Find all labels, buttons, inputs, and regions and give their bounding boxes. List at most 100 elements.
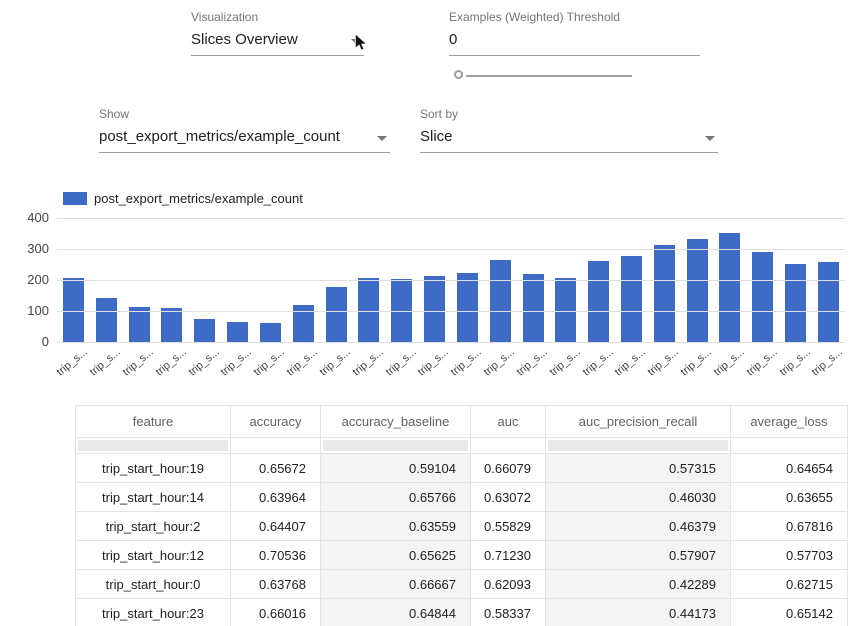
- x-axis-tick-label: trip_s...: [580, 346, 615, 378]
- bar[interactable]: [588, 261, 609, 342]
- bar[interactable]: [424, 276, 445, 342]
- metric-cell: 0.64844: [321, 599, 471, 626]
- y-axis-tick-label: 0: [7, 334, 49, 349]
- metric-cell: 0.57907: [546, 541, 731, 570]
- x-axis-tick-label: trip_s...: [416, 346, 451, 378]
- column-header-accuracy_baseline[interactable]: accuracy_baseline: [321, 406, 471, 438]
- x-axis-tick-label: trip_s...: [186, 346, 221, 378]
- metric-cell: 0.66079: [471, 454, 546, 483]
- threshold-field: Examples (Weighted) Threshold: [449, 10, 700, 56]
- x-tick: trip_s...: [549, 344, 582, 388]
- metric-cell: 0.65672: [231, 454, 321, 483]
- filter-cell: [546, 438, 731, 454]
- metric-cell: 0.66667: [321, 570, 471, 599]
- sort-by-select[interactable]: Slice: [420, 124, 718, 153]
- bar[interactable]: [260, 323, 281, 342]
- column-header-feature[interactable]: feature: [76, 406, 231, 438]
- x-tick: trip_s...: [123, 344, 156, 388]
- bar[interactable]: [96, 298, 117, 342]
- bar[interactable]: [654, 245, 675, 342]
- sort-by-label: Sort by: [420, 107, 718, 121]
- feature-cell: trip_start_hour:19: [76, 454, 231, 483]
- column-header-auc_precision_recall[interactable]: auc_precision_recall: [546, 406, 731, 438]
- filter-cell: [731, 438, 848, 454]
- feature-cell: trip_start_hour:12: [76, 541, 231, 570]
- metric-cell: 0.46030: [546, 483, 731, 512]
- metric-cell: 0.65766: [321, 483, 471, 512]
- x-axis-tick-label: trip_s...: [547, 346, 582, 378]
- bar[interactable]: [785, 264, 806, 342]
- table-row: trip_start_hour:20.644070.635590.558290.…: [76, 512, 848, 541]
- slider-track: [466, 75, 632, 77]
- y-axis-tick-label: 400: [7, 210, 49, 225]
- x-axis-tick-label: trip_s...: [252, 346, 287, 378]
- threshold-input[interactable]: [449, 27, 700, 56]
- chart-x-axis-labels: trip_s...trip_s...trip_s...trip_s...trip…: [57, 344, 845, 388]
- gridline: [57, 311, 845, 312]
- x-axis-tick-label: trip_s...: [810, 346, 845, 378]
- threshold-slider[interactable]: [449, 69, 635, 83]
- y-axis-tick-label: 100: [7, 303, 49, 318]
- x-axis-tick-label: trip_s...: [285, 346, 320, 378]
- x-axis-tick-label: trip_s...: [383, 346, 418, 378]
- x-axis-tick-label: trip_s...: [55, 346, 90, 378]
- x-tick: trip_s...: [221, 344, 254, 388]
- bar[interactable]: [129, 307, 150, 342]
- metric-cell: 0.63964: [231, 483, 321, 512]
- show-label: Show: [99, 107, 390, 121]
- show-select[interactable]: post_export_metrics/example_count: [99, 124, 390, 153]
- filter-box: [548, 440, 728, 451]
- bar[interactable]: [194, 319, 215, 342]
- show-select-value: post_export_metrics/example_count: [99, 128, 340, 145]
- visualization-select[interactable]: Slices Overview: [191, 27, 364, 56]
- table-row: trip_start_hour:140.639640.657660.630720…: [76, 483, 848, 512]
- x-tick: trip_s...: [188, 344, 221, 388]
- x-axis-tick-label: trip_s...: [120, 346, 155, 378]
- bar[interactable]: [523, 274, 544, 342]
- bar[interactable]: [687, 239, 708, 342]
- table-filter-row: [76, 438, 848, 454]
- legend-label: post_export_metrics/example_count: [94, 191, 303, 206]
- column-header-auc[interactable]: auc: [471, 406, 546, 438]
- feature-cell: trip_start_hour:0: [76, 570, 231, 599]
- x-axis-tick-label: trip_s...: [646, 346, 681, 378]
- bar[interactable]: [227, 322, 248, 342]
- x-axis-tick-label: trip_s...: [449, 346, 484, 378]
- metric-cell: 0.59104: [321, 454, 471, 483]
- gridline: [57, 218, 845, 219]
- metric-cell: 0.57315: [546, 454, 731, 483]
- x-tick: trip_s...: [779, 344, 812, 388]
- bar[interactable]: [457, 273, 478, 342]
- filter-box: [323, 440, 468, 451]
- metric-cell: 0.70536: [231, 541, 321, 570]
- x-tick: trip_s...: [812, 344, 845, 388]
- bar[interactable]: [752, 252, 773, 342]
- x-tick: trip_s...: [517, 344, 550, 388]
- visualization-label: Visualization: [191, 10, 364, 24]
- bar[interactable]: [326, 287, 347, 342]
- slider-handle[interactable]: [454, 70, 463, 79]
- metric-cell: 0.63559: [321, 512, 471, 541]
- bar[interactable]: [490, 260, 511, 342]
- x-axis-tick-label: trip_s...: [514, 346, 549, 378]
- column-header-accuracy[interactable]: accuracy: [231, 406, 321, 438]
- table-row: trip_start_hour:00.637680.666670.620930.…: [76, 570, 848, 599]
- column-header-average_loss[interactable]: average_loss: [731, 406, 848, 438]
- bar[interactable]: [621, 256, 642, 342]
- sort-by-field: Sort by Slice: [420, 107, 718, 153]
- x-tick: trip_s...: [287, 344, 320, 388]
- filter-cell: [76, 438, 231, 454]
- bar[interactable]: [818, 262, 839, 342]
- gridline: [57, 342, 845, 343]
- y-axis-tick-label: 300: [7, 241, 49, 256]
- mouse-cursor-icon: [352, 33, 370, 51]
- x-tick: trip_s...: [418, 344, 451, 388]
- threshold-label: Examples (Weighted) Threshold: [449, 10, 700, 24]
- bar[interactable]: [161, 308, 182, 342]
- chevron-down-icon: [705, 136, 715, 141]
- filter-cell: [321, 438, 471, 454]
- metric-cell: 0.71230: [471, 541, 546, 570]
- chart-legend: post_export_metrics/example_count: [63, 191, 303, 206]
- bar[interactable]: [555, 278, 576, 342]
- feature-cell: trip_start_hour:23: [76, 599, 231, 626]
